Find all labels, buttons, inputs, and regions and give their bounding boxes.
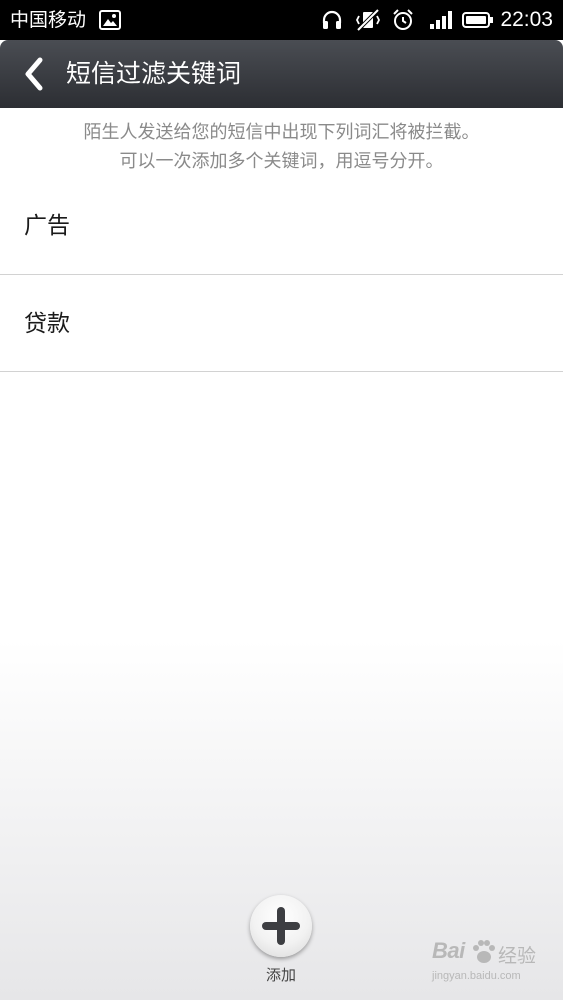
watermark-brand: Bai <box>432 938 465 963</box>
vibrate-off-icon <box>355 8 381 32</box>
description-line-2: 可以一次添加多个关键词，用逗号分开。 <box>119 151 444 172</box>
status-time: 22:03 <box>500 8 553 31</box>
status-bar: 中国移动 22:03 <box>0 0 563 40</box>
alarm-icon <box>393 9 413 30</box>
carrier-name: 中国移动 <box>10 9 87 31</box>
keyword-label: 贷款 <box>24 311 70 337</box>
watermark-suffix: 经验 <box>498 945 537 967</box>
keyword-item[interactable]: 广告 <box>0 178 563 275</box>
page-title: 短信过滤关键词 <box>66 59 242 88</box>
filter-description: 陌生人发送给您的短信中出现下列词汇将被拦截。 可以一次添加多个关键词，用逗号分开… <box>0 118 563 176</box>
headset-icon <box>322 10 342 29</box>
battery-icon <box>462 12 493 28</box>
title-bar: 短信过滤关键词 <box>0 40 563 108</box>
watermark-url: jingyan.baidu.com <box>432 970 521 982</box>
plus-icon <box>262 907 300 945</box>
signal-icon <box>430 11 452 29</box>
keyword-item[interactable]: 贷款 <box>0 275 563 372</box>
description-line-1: 陌生人发送给您的短信中出现下列词汇将被拦截。 <box>83 122 480 143</box>
add-keyword-label: 添加 <box>265 966 296 984</box>
keyword-label: 广告 <box>24 213 70 239</box>
keyword-list: 广告 贷款 <box>0 178 563 372</box>
image-icon <box>99 10 121 30</box>
add-keyword-button[interactable] <box>250 895 312 957</box>
baidu-jingyan-watermark: Bai 经验 jingyan.baidu.com <box>432 938 560 988</box>
back-button[interactable] <box>16 52 56 96</box>
chevron-left-icon <box>25 57 43 91</box>
paw-icon <box>473 940 495 963</box>
